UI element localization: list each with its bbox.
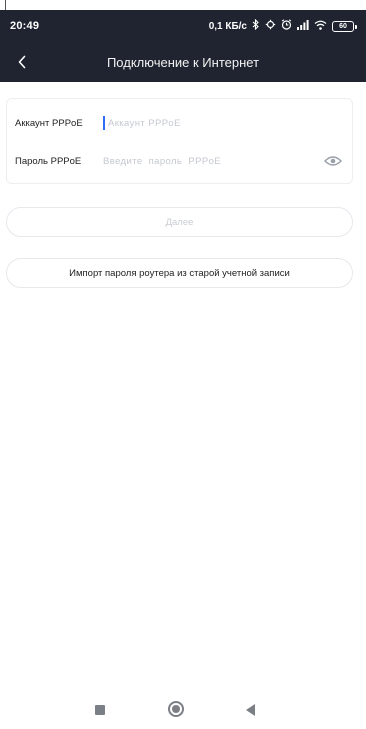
- text-caret: [103, 116, 105, 130]
- clock-icon: [281, 19, 292, 33]
- edge-tick: [5, 0, 6, 10]
- back-button[interactable]: [8, 48, 36, 76]
- import-password-button[interactable]: Импорт пароля роутера из старой учетной …: [6, 258, 353, 288]
- password-label: Пароль PPPoE: [15, 155, 82, 167]
- alarm-settings-icon: [265, 19, 276, 33]
- next-button[interactable]: Далее: [6, 207, 353, 237]
- network-speed: 0,1 КБ/с: [208, 20, 247, 32]
- wifi-icon: [314, 20, 327, 33]
- status-time: 20:49: [10, 20, 40, 32]
- home-circle-icon[interactable]: [168, 701, 184, 717]
- bluetooth-icon: [252, 18, 260, 33]
- top-edge: [0, 0, 366, 10]
- battery-icon: 60: [332, 20, 357, 32]
- chevron-left-icon: [18, 55, 26, 69]
- system-nav-bar: [0, 690, 366, 729]
- app-header: Подключение к Интернет: [0, 42, 366, 82]
- account-label: Аккаунт PPPoE: [15, 117, 83, 129]
- page-title: Подключение к Интернет: [106, 54, 260, 70]
- pppoe-form-card: Аккаунт PPPoE Пароль PPPoE: [6, 98, 353, 184]
- back-triangle-icon[interactable]: [246, 704, 255, 716]
- account-input[interactable]: [108, 113, 308, 133]
- password-input[interactable]: [103, 151, 303, 171]
- account-row: Аккаунт PPPoE: [7, 103, 352, 143]
- status-icons: 0,1 КБ/с 60: [208, 18, 357, 33]
- recents-square-icon[interactable]: [95, 705, 105, 715]
- password-row: Пароль PPPoE: [7, 141, 352, 181]
- signal-icon: [297, 19, 309, 33]
- status-bar: 20:49 0,1 КБ/с 60: [0, 10, 366, 42]
- eye-icon[interactable]: [322, 151, 344, 171]
